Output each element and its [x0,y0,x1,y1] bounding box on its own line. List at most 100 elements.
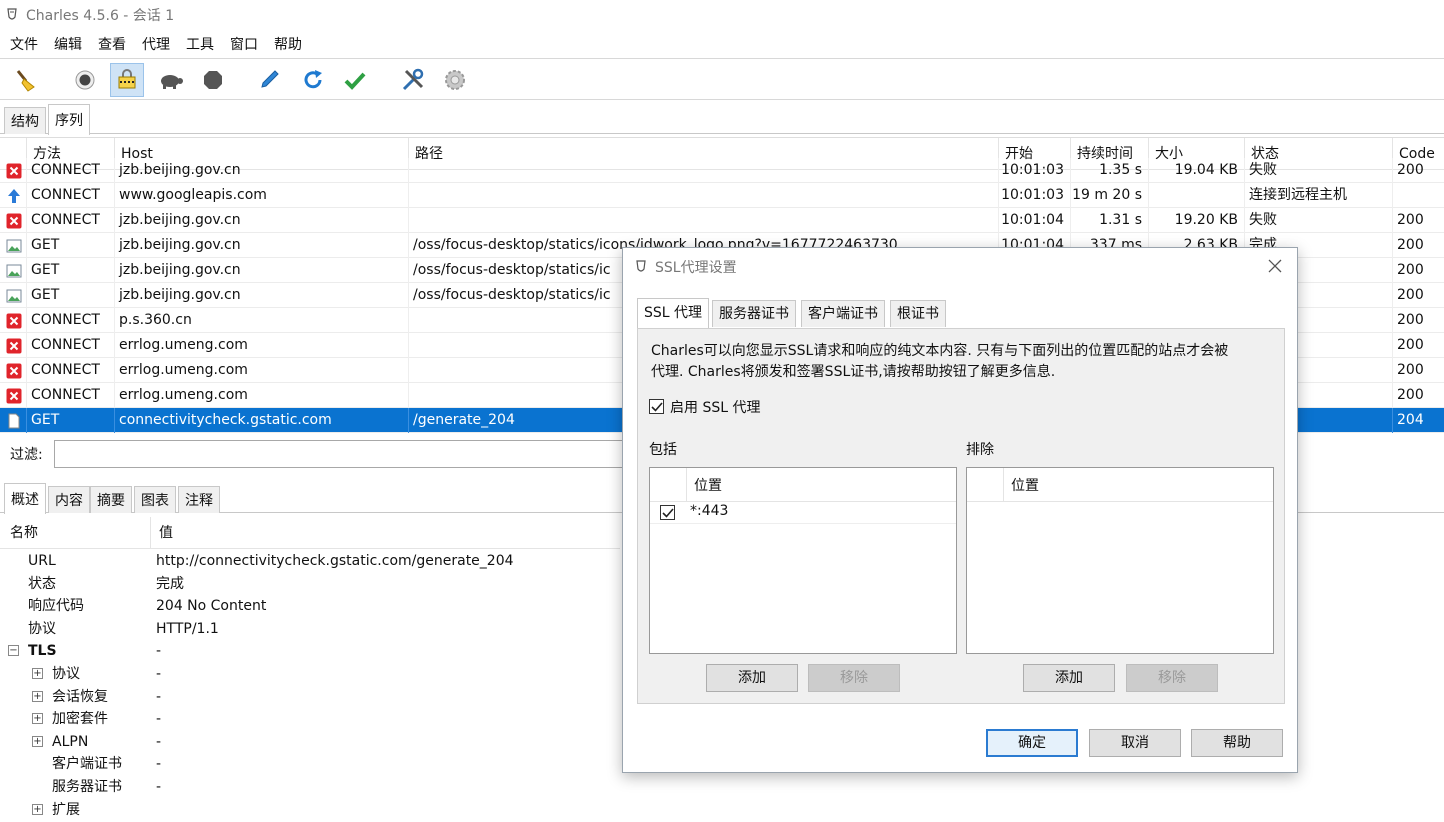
overview-row[interactable]: 状态 完成 [0,573,620,595]
exclude-label: 排除 [966,442,994,458]
expand-icon[interactable]: + [32,713,43,725]
cell-code: 200 [1392,158,1444,183]
cell-code [1392,183,1444,208]
tab-client-certificates[interactable]: 客户端证书 [801,300,885,327]
cell-path [408,158,998,183]
tab-structure[interactable]: 结构 [4,107,46,134]
enable-ssl-checkbox[interactable] [649,399,664,414]
tools-icon [402,68,424,91]
include-item-checkbox[interactable] [660,505,675,520]
tab-overview[interactable]: 概述 [4,483,46,514]
record-button[interactable] [68,63,102,97]
ssl-proxying-button[interactable] [110,63,144,97]
include-location-header: 位置 [694,478,722,494]
tab-notes[interactable]: 注释 [178,486,220,513]
include-list[interactable]: 位置 *:443 [649,467,957,654]
menu-file[interactable]: 文件 [10,34,38,54]
overview-value: - [156,666,162,682]
charles-app-icon [636,260,646,272]
breakpoints-button[interactable] [196,63,230,97]
overview-row[interactable]: URL http://connectivitycheck.gstatic.com/… [0,550,620,572]
cell-path [408,208,998,233]
error-icon [6,363,22,379]
settings-button[interactable] [438,63,472,97]
menu-help[interactable]: 帮助 [274,34,302,54]
compose-button[interactable] [252,63,286,97]
checkmark-icon [662,508,674,518]
menu-tools[interactable]: 工具 [186,34,214,54]
overview-name: 会话恢复 [52,688,108,705]
overview-row[interactable]: − TLS - [0,640,620,662]
tools-button[interactable] [396,63,430,97]
validate-button[interactable] [338,63,372,97]
collapse-icon[interactable]: − [8,645,19,657]
overview-row[interactable]: 客户端证书 - [0,753,620,775]
cell-status: 失败 [1244,158,1392,183]
menu-proxy[interactable]: 代理 [142,34,170,54]
refresh-icon [304,70,322,89]
table-row[interactable]: CONNECT jzb.beijing.gov.cn 10:01:04 1.31 s1… [0,208,1444,233]
repeat-button[interactable] [296,63,330,97]
close-icon[interactable] [1267,258,1283,274]
menu-view[interactable]: 查看 [98,34,126,54]
overview-name-header: 名称 [10,525,38,541]
help-button[interactable]: 帮助 [1191,729,1283,757]
include-remove-button[interactable]: 移除 [808,664,900,692]
cell-host: jzb.beijing.gov.cn [114,283,408,308]
charles-app-icon [7,8,17,20]
cell-code: 200 [1392,208,1444,233]
check-icon [344,72,366,90]
cell-status: 失败 [1244,208,1392,233]
include-add-button[interactable]: 添加 [706,664,798,692]
overview-row[interactable]: + ALPN - [0,731,620,753]
overview-row[interactable]: + 扩展 [0,799,620,821]
clear-session-button[interactable] [8,63,42,97]
table-row[interactable]: CONNECT www.googleapis.com 10:01:03 19 m 20… [0,183,1444,208]
cell-method: CONNECT [26,308,114,333]
throttle-button[interactable] [154,63,188,97]
overview-row[interactable]: + 会话恢复 - [0,686,620,708]
overview-row[interactable]: + 协议 - [0,663,620,685]
error-icon [6,313,22,329]
cell-code: 200 [1392,258,1444,283]
tab-server-certificates[interactable]: 服务器证书 [712,300,796,327]
tab-sequence[interactable]: 序列 [48,104,90,135]
tab-ssl-proxying[interactable]: SSL 代理 [637,298,710,329]
cell-method: CONNECT [26,383,114,408]
filter-input[interactable] [54,440,654,468]
tab-summary[interactable]: 摘要 [90,486,132,513]
exclude-add-button[interactable]: 添加 [1023,664,1115,692]
window-title: Charles 4.5.6 - 会话 1 [26,8,175,24]
title-bar: Charles 4.5.6 - 会话 1 [0,0,1444,30]
exclude-list[interactable]: 位置 [966,467,1274,654]
overview-row[interactable]: 服务器证书 - [0,776,620,798]
overview-row[interactable]: + 加密套件 - [0,708,620,730]
overview-row[interactable]: 响应代码 204 No Content [0,595,620,617]
cell-method: CONNECT [26,208,114,233]
cancel-button[interactable]: 取消 [1089,729,1181,757]
tab-root-certificate[interactable]: 根证书 [890,300,946,327]
cell-size: 19.20 KB [1148,208,1244,233]
tab-contents[interactable]: 内容 [48,486,90,513]
expand-icon[interactable]: + [32,690,43,702]
table-row[interactable]: CONNECT jzb.beijing.gov.cn 10:01:03 1.35 s1… [0,158,1444,183]
menu-window[interactable]: 窗口 [230,34,258,54]
overview-row[interactable]: 协议 HTTP/1.1 [0,618,620,640]
toolbar [0,58,1444,100]
overview-panel: 名称 值 URL http://connectivitycheck.gstatic… [0,517,620,822]
menu-edit[interactable]: 编辑 [54,34,82,54]
expand-icon[interactable]: + [32,735,43,747]
expand-icon[interactable]: + [32,803,43,815]
cell-host: jzb.beijing.gov.cn [114,233,408,258]
include-list-item[interactable]: *:443 [650,502,956,524]
tab-chart[interactable]: 图表 [134,486,176,513]
throttle-icon [118,69,136,89]
cell-method: GET [26,258,114,283]
ok-button[interactable]: 确定 [986,729,1078,757]
include-list-header: 位置 [650,468,956,502]
image-file-icon [6,263,22,279]
error-icon [6,338,22,354]
exclude-remove-button[interactable]: 移除 [1126,664,1218,692]
cell-code: 204 [1392,408,1444,433]
expand-icon[interactable]: + [32,668,43,679]
